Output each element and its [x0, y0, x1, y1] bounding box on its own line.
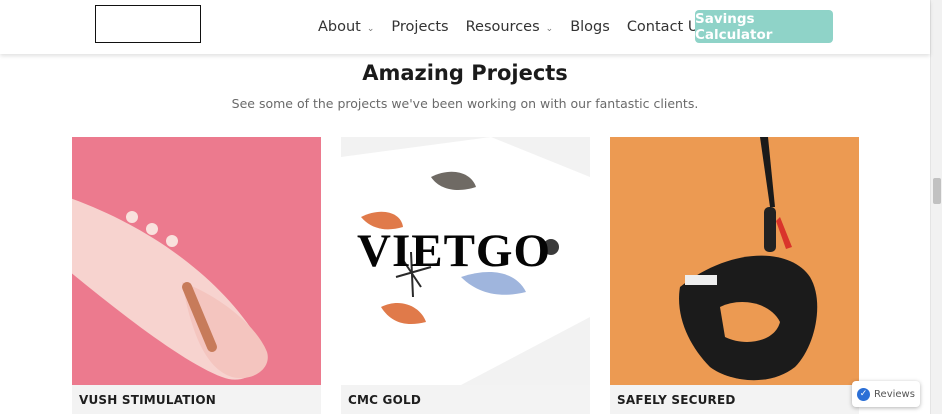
- project-card-vush[interactable]: VUSH STIMULATION: [72, 137, 321, 414]
- watermark-text: VIETGO: [357, 225, 552, 277]
- nav-projects[interactable]: Projects: [391, 19, 448, 35]
- nav-about[interactable]: About ⌄: [318, 19, 374, 35]
- nav-resources[interactable]: Resources ⌄: [466, 19, 554, 35]
- project-card-safely-secured[interactable]: SAFELY SECURED: [610, 137, 859, 414]
- site-header: About ⌄ Projects Resources ⌄ Blogs Conta…: [0, 0, 930, 54]
- reviews-widget-button[interactable]: ✓ Reviews: [852, 381, 920, 407]
- nav-resources-label: Resources: [465, 19, 540, 35]
- section-subtitle: See some of the projects we've been work…: [231, 96, 699, 111]
- nav-blogs[interactable]: Blogs: [570, 19, 610, 35]
- nav-projects-label: Projects: [391, 19, 449, 35]
- section-title: Amazing Projects: [362, 61, 568, 85]
- nav-blogs-label: Blogs: [570, 19, 610, 35]
- scrollbar-thumb[interactable]: [933, 178, 941, 204]
- project-title: CMC GOLD: [348, 393, 421, 407]
- reviews-label: Reviews: [874, 388, 915, 400]
- main-nav: About ⌄ Projects Resources ⌄ Blogs Conta…: [318, 0, 723, 54]
- page-scrollbar[interactable]: [930, 0, 942, 414]
- project-title: SAFELY SECURED: [617, 393, 736, 407]
- site-logo[interactable]: [95, 5, 201, 43]
- chevron-down-icon: ⌄: [545, 23, 554, 34]
- project-title: VUSH STIMULATION: [79, 393, 216, 407]
- check-icon: ✓: [857, 387, 871, 401]
- project-image-safely-secured: [610, 137, 859, 385]
- nav-about-label: About: [318, 19, 361, 35]
- chevron-down-icon: ⌄: [366, 23, 375, 34]
- project-image-vush: [72, 137, 321, 385]
- savings-calculator-button[interactable]: Savings Calculator: [695, 10, 833, 43]
